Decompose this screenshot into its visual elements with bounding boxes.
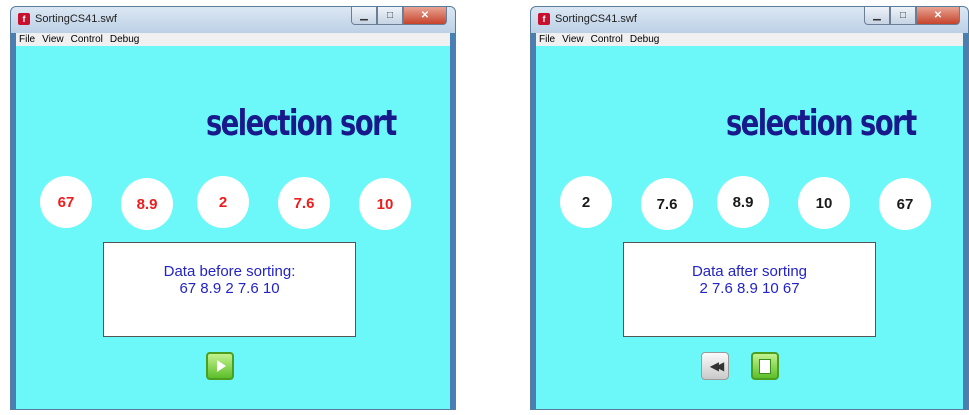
flash-app-icon: f [18, 13, 30, 25]
data-info-box: Data after sorting 2 7.6 8.9 10 67 [623, 242, 876, 337]
menu-file[interactable]: File [16, 34, 39, 45]
data-info-box: Data before sorting: 67 8.9 2 7.6 10 [103, 242, 356, 337]
close-icon: ✕ [933, 10, 943, 21]
menu-view[interactable]: View [559, 34, 588, 45]
title-bar[interactable]: f SortingCS41.swf ▁ □ ✕ [11, 7, 455, 33]
value-circle: 10 [798, 177, 850, 229]
maximize-icon: □ [899, 10, 907, 21]
maximize-button[interactable]: □ [890, 7, 916, 25]
menu-debug[interactable]: Debug [107, 34, 143, 45]
play-button[interactable] [206, 352, 234, 380]
minimize-button[interactable]: ▁ [864, 7, 890, 25]
rewind-button[interactable]: ◀◀ [701, 352, 729, 380]
menu-file[interactable]: File [536, 34, 559, 45]
window-title: SortingCS41.swf [555, 13, 637, 25]
value-circle: 67 [40, 176, 92, 228]
stop-icon [759, 358, 771, 374]
minimize-button[interactable]: ▁ [351, 7, 377, 25]
info-values: 67 8.9 2 7.6 10 [179, 280, 280, 297]
value-circle: 2 [560, 176, 612, 228]
value-circle: 8.9 [121, 178, 173, 230]
menu-control[interactable]: Control [68, 34, 107, 45]
menu-view[interactable]: View [39, 34, 68, 45]
minimize-icon: ▁ [873, 10, 881, 21]
flash-stage: selection sort 67 8.9 2 7.6 10 Data befo… [16, 46, 450, 409]
close-button[interactable]: ✕ [916, 7, 960, 25]
menu-bar: File View Control Debug [536, 33, 963, 46]
minimize-icon: ▁ [360, 10, 368, 21]
play-icon [216, 360, 226, 372]
flash-player-window-before: f SortingCS41.swf ▁ □ ✕ File View Contro… [10, 6, 456, 410]
page-title: selection sort [206, 103, 397, 144]
value-circle: 67 [879, 178, 931, 230]
value-circle: 7.6 [641, 178, 693, 230]
maximize-icon: □ [386, 10, 394, 21]
menu-control[interactable]: Control [588, 34, 627, 45]
stop-button[interactable] [751, 352, 779, 380]
value-circle: 7.6 [278, 177, 330, 229]
info-values: 2 7.6 8.9 10 67 [699, 280, 800, 297]
close-icon: ✕ [420, 10, 430, 21]
value-circle: 2 [197, 176, 249, 228]
flash-player-window-after: f SortingCS41.swf ▁ □ ✕ File View Contro… [530, 6, 969, 410]
flash-app-icon: f [538, 13, 550, 25]
info-heading: Data after sorting [691, 263, 808, 280]
close-button[interactable]: ✕ [403, 7, 447, 25]
flash-stage: selection sort 2 7.6 8.9 10 67 Data afte… [536, 46, 963, 409]
page-title: selection sort [726, 103, 917, 144]
menu-debug[interactable]: Debug [627, 34, 663, 45]
info-heading: Data before sorting: [163, 263, 296, 280]
menu-bar: File View Control Debug [16, 33, 450, 46]
value-circle: 10 [359, 178, 411, 230]
title-bar[interactable]: f SortingCS41.swf ▁ □ ✕ [531, 7, 968, 33]
value-circle: 8.9 [717, 176, 769, 228]
rewind-icon: ◀◀ [709, 359, 725, 373]
window-title: SortingCS41.swf [35, 13, 117, 25]
maximize-button[interactable]: □ [377, 7, 403, 25]
